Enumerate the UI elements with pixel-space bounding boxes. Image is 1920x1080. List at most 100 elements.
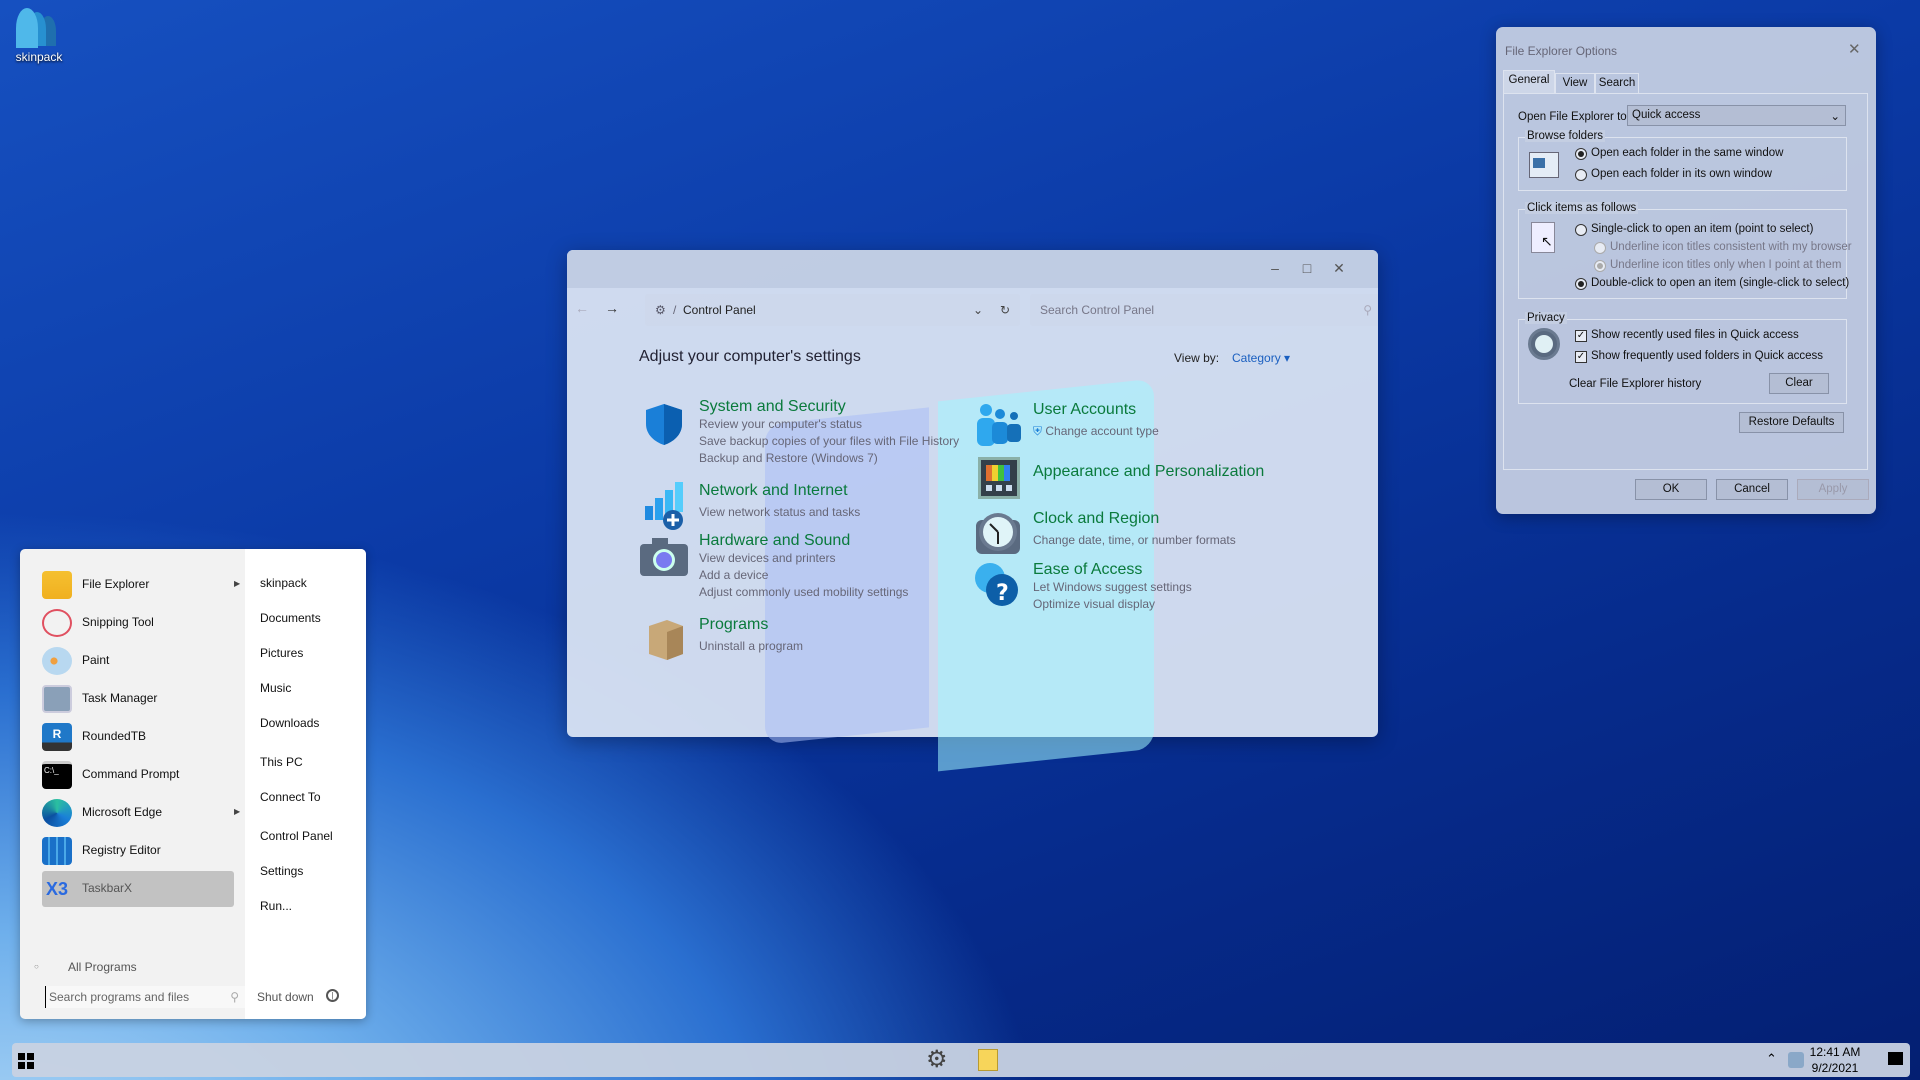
- place-documents[interactable]: Documents: [260, 611, 321, 625]
- category-link[interactable]: View devices and printers: [699, 550, 908, 567]
- category-title[interactable]: Clock and Region: [1033, 510, 1236, 528]
- category-link[interactable]: Adjust commonly used mobility settings: [699, 584, 908, 601]
- clear-button[interactable]: Clear: [1769, 373, 1829, 394]
- checkbox-recent-files[interactable]: ✓: [1575, 330, 1587, 342]
- checkbox-frequent-folders[interactable]: ✓: [1575, 351, 1587, 363]
- maximize-button[interactable]: □: [1297, 260, 1317, 276]
- forward-button[interactable]: →: [605, 300, 619, 316]
- view-by-dropdown[interactable]: Category ▾: [1232, 351, 1290, 365]
- place-music[interactable]: Music: [260, 681, 291, 695]
- place-control-panel[interactable]: Control Panel: [260, 829, 333, 843]
- uac-shield-icon: ⛨: [1033, 424, 1043, 438]
- chevron-down-icon[interactable]: ⌄: [973, 294, 983, 326]
- chevron-down-icon: ⌄: [1830, 111, 1840, 123]
- group-legend: Click items as follows: [1525, 202, 1639, 214]
- power-icon[interactable]: |: [326, 989, 339, 1002]
- category-link[interactable]: Change date, time, or number formats: [1033, 532, 1236, 549]
- restore-defaults-button[interactable]: Restore Defaults: [1739, 412, 1844, 433]
- place-skinpack[interactable]: skinpack: [260, 576, 307, 590]
- browse-folders-group: Browse folders: [1518, 130, 1847, 191]
- tray-app-icon[interactable]: [1788, 1052, 1804, 1068]
- tab-search[interactable]: Search: [1595, 73, 1639, 93]
- program-command-prompt[interactable]: C:\_ Command Prompt: [42, 757, 242, 793]
- paint-palette-icon: [42, 647, 72, 675]
- category-system-security: System and Security Review your computer…: [699, 398, 959, 467]
- radio-same-window[interactable]: [1575, 148, 1587, 160]
- radio-single-click[interactable]: [1575, 224, 1587, 236]
- radio-own-window[interactable]: [1575, 169, 1587, 181]
- category-link[interactable]: Add a device: [699, 567, 908, 584]
- all-programs-icon: ○: [34, 962, 39, 971]
- chevron-up-icon[interactable]: ⌃: [1766, 1051, 1777, 1067]
- place-settings[interactable]: Settings: [260, 864, 303, 878]
- program-snipping-tool[interactable]: Snipping Tool: [42, 605, 242, 641]
- group-legend: Browse folders: [1525, 130, 1606, 142]
- category-link[interactable]: Let Windows suggest settings: [1033, 579, 1192, 596]
- start-button[interactable]: [18, 1053, 34, 1069]
- apply-button[interactable]: Apply: [1797, 479, 1869, 500]
- clock[interactable]: 12:41 AM 9/2/2021: [1805, 1044, 1865, 1076]
- palette-icon: [978, 457, 1020, 499]
- program-registry-editor[interactable]: Registry Editor: [42, 833, 242, 869]
- category-link[interactable]: Backup and Restore (Windows 7): [699, 450, 959, 467]
- radio-label: Open each folder in the same window: [1591, 147, 1784, 159]
- shutdown-button[interactable]: Shut down: [257, 990, 314, 1004]
- clear-history-label: Clear File Explorer history: [1569, 378, 1702, 390]
- submenu-arrow-icon: ▶: [234, 579, 241, 588]
- desktop-icon-skinpack[interactable]: skinpack: [8, 6, 70, 64]
- category-programs: Programs Uninstall a program: [699, 616, 803, 655]
- place-this-pc[interactable]: This PC: [260, 755, 303, 769]
- desktop-icon-label: skinpack: [15, 50, 63, 64]
- category-link[interactable]: Save backup copies of your files with Fi…: [699, 433, 959, 450]
- search-icon: ⚲: [1363, 303, 1372, 317]
- cancel-button[interactable]: Cancel: [1716, 479, 1788, 500]
- category-link[interactable]: Change account type: [1045, 424, 1158, 438]
- open-to-dropdown[interactable]: Quick access ⌄: [1627, 105, 1846, 126]
- category-link[interactable]: View network status and tasks: [699, 504, 860, 521]
- back-button[interactable]: ←: [575, 300, 589, 316]
- category-link[interactable]: Optimize visual display: [1033, 596, 1192, 613]
- refresh-icon[interactable]: ↻: [1000, 294, 1010, 326]
- category-title[interactable]: User Accounts: [1033, 401, 1159, 419]
- radio-label: Open each folder in its own window: [1591, 168, 1772, 180]
- category-title[interactable]: Appearance and Personalization: [1033, 463, 1264, 481]
- place-pictures[interactable]: Pictures: [260, 646, 303, 660]
- tab-general[interactable]: General: [1503, 70, 1555, 93]
- sticky-notes-icon[interactable]: [978, 1049, 998, 1071]
- tab-view[interactable]: View: [1555, 73, 1595, 93]
- category-title[interactable]: Network and Internet: [699, 482, 860, 500]
- folder-icon: [42, 571, 72, 599]
- close-button[interactable]: ✕: [1848, 40, 1861, 58]
- place-downloads[interactable]: Downloads: [260, 716, 319, 730]
- notifications-icon[interactable]: [1888, 1052, 1903, 1065]
- category-network-internet: Network and Internet View network status…: [699, 482, 860, 521]
- category-title[interactable]: Hardware and Sound: [699, 532, 908, 550]
- category-title[interactable]: Programs: [699, 616, 803, 634]
- radio-label: Double-click to open an item (single-cli…: [1591, 277, 1850, 289]
- category-title[interactable]: System and Security: [699, 398, 959, 416]
- start-search-input[interactable]: Search programs and files ⚲: [45, 986, 245, 1008]
- program-microsoft-edge[interactable]: Microsoft Edge ▶: [42, 795, 242, 831]
- close-button[interactable]: ✕: [1329, 260, 1349, 277]
- program-roundedtb[interactable]: R RoundedTB: [42, 719, 242, 755]
- category-link[interactable]: Uninstall a program: [699, 638, 803, 655]
- program-task-manager[interactable]: Task Manager: [42, 681, 242, 717]
- search-input[interactable]: Search Control Panel ⚲: [1030, 294, 1378, 326]
- users-icon: [14, 6, 64, 50]
- radio-underline-browser[interactable]: [1594, 242, 1606, 254]
- program-taskbarx[interactable]: X3 TaskbarX: [42, 871, 234, 907]
- category-link[interactable]: Review your computer's status: [699, 416, 959, 433]
- all-programs-button[interactable]: All Programs: [68, 960, 137, 974]
- place-run[interactable]: Run...: [260, 899, 292, 913]
- place-connect-to[interactable]: Connect To: [260, 790, 321, 804]
- program-paint[interactable]: Paint: [42, 643, 242, 679]
- category-title[interactable]: Ease of Access: [1033, 561, 1192, 579]
- ok-button[interactable]: OK: [1635, 479, 1707, 500]
- address-bar[interactable]: ⚙ / Control Panel ⌄ ↻: [645, 294, 1020, 326]
- box-icon: [645, 616, 687, 660]
- minimize-button[interactable]: –: [1265, 260, 1285, 276]
- radio-double-click[interactable]: [1575, 278, 1587, 290]
- settings-gear-icon[interactable]: ⚙: [926, 1047, 948, 1073]
- radio-underline-point[interactable]: [1594, 260, 1606, 272]
- program-file-explorer[interactable]: File Explorer ▶: [42, 567, 242, 603]
